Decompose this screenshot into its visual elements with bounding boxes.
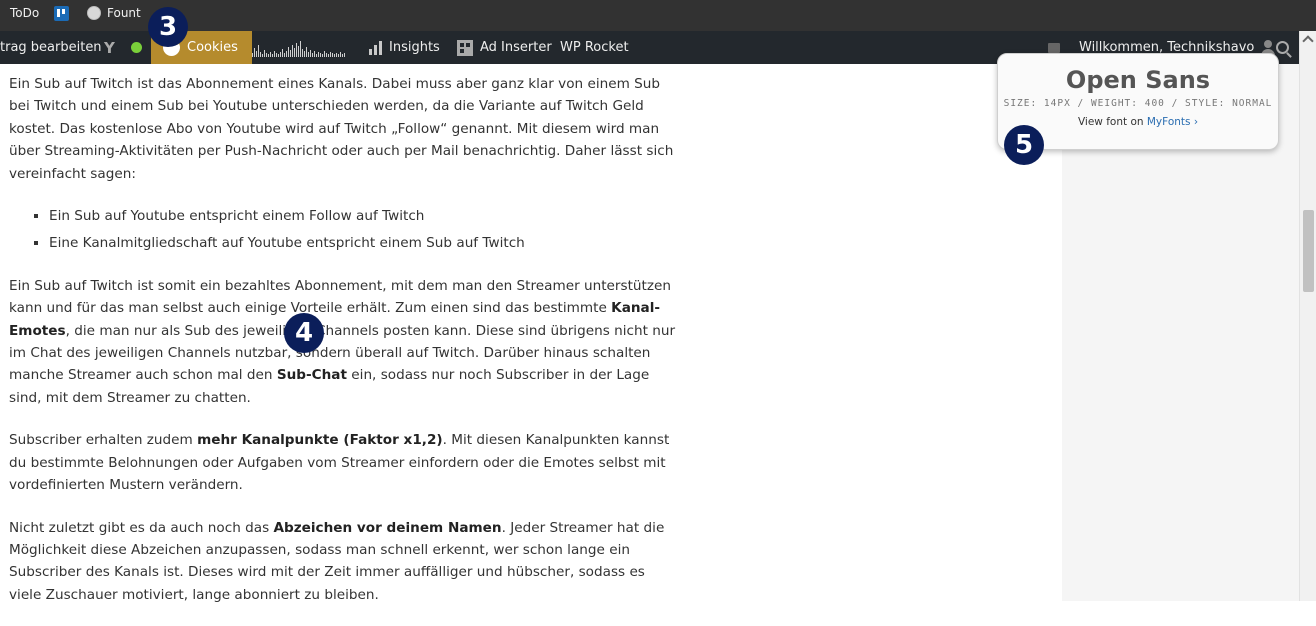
status-dot-icon xyxy=(131,42,142,53)
article-content: Ein Sub auf Twitch ist das Abonnement ei… xyxy=(9,73,681,626)
bookmark-trello[interactable] xyxy=(54,0,69,26)
paragraph: Ein Sub auf Twitch ist das Abonnement ei… xyxy=(9,73,681,185)
ad-inserter-label: Ad Inserter xyxy=(480,40,552,55)
scrollbar[interactable] xyxy=(1299,31,1316,601)
bold-text: Abzeichen vor deinem Namen xyxy=(273,519,502,536)
bookmark-label: Fount xyxy=(107,6,141,20)
bold-text: Sub-Chat xyxy=(276,367,347,384)
yoast-icon: Y xyxy=(104,38,115,57)
insights-label: Insights xyxy=(389,40,440,55)
bookmarks-bar: ToDo Fount xyxy=(0,0,1316,31)
wp-rocket-menu[interactable]: WP Rocket xyxy=(560,31,629,64)
bar-chart-icon xyxy=(369,40,382,55)
ad-inserter-menu[interactable]: Ad Inserter xyxy=(457,31,552,64)
paragraph: Ein Sub auf Twitch ist somit ein bezahlt… xyxy=(9,275,681,409)
paragraph-text: Ein Sub auf Twitch ist das Abonnement ei… xyxy=(9,76,674,182)
paragraph-text: Ein Sub auf Twitch ist somit ein bezahlt… xyxy=(9,277,671,317)
font-link-prefix: View font on xyxy=(1077,116,1147,128)
annotation-badge-4: 4 xyxy=(284,313,324,353)
paragraph: Nicht zuletzt gibt es da auch noch das A… xyxy=(9,517,681,607)
search-icon xyxy=(1276,41,1289,54)
scroll-thumb[interactable] xyxy=(1303,210,1314,292)
wp-rocket-label: WP Rocket xyxy=(560,40,629,55)
bold-text: mehr Kanalpunkte (Faktor x1,2) xyxy=(197,432,443,449)
cookies-label: Cookies xyxy=(187,40,238,55)
comment-icon xyxy=(1048,42,1060,53)
list-item: Eine Kanalmitgliedschaft auf Youtube ent… xyxy=(49,232,681,254)
insights-menu[interactable]: Insights xyxy=(369,31,440,64)
paragraph: Subscriber erhalten zudem mehr Kanalpunk… xyxy=(9,429,681,496)
font-name: Open Sans xyxy=(1065,66,1211,94)
paragraph-text: Subscriber erhalten zudem xyxy=(9,432,198,449)
edit-post-link[interactable]: trag bearbeiten xyxy=(0,31,102,64)
trello-icon xyxy=(54,5,69,21)
list-item: Ein Sub auf Youtube entspricht einem Fol… xyxy=(49,205,681,227)
myfonts-link[interactable]: MyFonts › xyxy=(1147,116,1198,128)
bookmark-todo[interactable]: ToDo xyxy=(10,0,39,26)
scroll-up-arrow-icon[interactable] xyxy=(1302,35,1314,47)
globe-icon xyxy=(87,6,101,20)
status-indicator[interactable] xyxy=(131,31,142,64)
font-meta: SIZE: 14PX / WEIGHT: 400 / STYLE: NORMAL xyxy=(1003,98,1273,109)
paragraph-text: Nicht zuletzt gibt es da auch noch das xyxy=(9,519,274,536)
edit-post-label: trag bearbeiten xyxy=(0,40,102,55)
yoast-menu[interactable]: Y xyxy=(104,31,120,64)
grid-icon xyxy=(457,39,473,56)
stats-sparkline[interactable] xyxy=(252,31,345,64)
annotation-badge-5: 5 xyxy=(1004,125,1044,165)
annotation-badge-3: 3 xyxy=(148,7,188,47)
bookmark-fount[interactable]: Fount xyxy=(87,0,141,26)
bullet-list: Ein Sub auf Youtube entspricht einem Fol… xyxy=(9,205,681,255)
font-link-row: View font on MyFonts › xyxy=(998,116,1278,128)
sparkline-icon xyxy=(252,39,345,57)
bookmark-label: ToDo xyxy=(10,6,40,20)
